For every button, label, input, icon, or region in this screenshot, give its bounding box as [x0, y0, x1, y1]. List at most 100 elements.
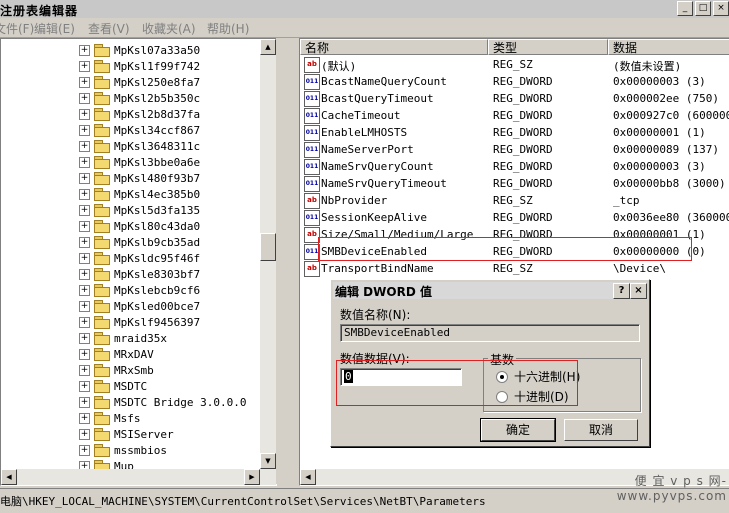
tree-item[interactable]: + MpKsl250e8fa7 [79, 74, 200, 90]
tree-scroll-thumb[interactable] [260, 233, 276, 261]
expand-icon[interactable]: + [79, 444, 90, 456]
menu-bar: 文件(F) 编辑(E) 查看(V) 收藏夹(A) 帮助(H) [0, 18, 729, 38]
tree-item[interactable]: + MpKsl5d3fa135 [79, 202, 200, 218]
column-header-type[interactable]: 类型 [488, 39, 608, 55]
expand-icon[interactable]: + [79, 348, 90, 360]
value-type: REG_SZ [493, 194, 533, 207]
tree-item[interactable]: + MRxDAV [79, 346, 154, 362]
scroll-up-icon[interactable]: ▲ [260, 39, 276, 55]
expand-icon[interactable]: + [79, 60, 90, 72]
expand-icon[interactable]: + [79, 380, 90, 392]
tree-item[interactable]: + MpKsl2b8d37fa [79, 106, 200, 122]
close-button[interactable]: × [713, 1, 729, 16]
list-scroll-left-icon[interactable]: ◀ [300, 469, 316, 485]
tree-item[interactable]: + MSDTC Bridge 3.0.0.0 [79, 394, 246, 410]
folder-icon [94, 44, 110, 57]
value-row[interactable]: 011 NameSrvQueryTimeout REG_DWORD 0x00000bb… [300, 175, 729, 192]
cancel-button[interactable]: 取消 [564, 419, 638, 441]
value-row[interactable]: ab (默认) REG_SZ (数值未设置) [300, 56, 729, 73]
scroll-right-icon[interactable]: ▶ [244, 469, 260, 485]
expand-icon[interactable]: + [79, 156, 90, 168]
watermark-line1: 便 宜 v p s 网- [634, 474, 727, 488]
expand-icon[interactable]: + [79, 428, 90, 440]
tree-item[interactable]: + MpKsl34ccf867 [79, 122, 200, 138]
dialog-close-button[interactable]: × [630, 283, 647, 299]
tree-item-label: MpKsl80c43da0 [114, 219, 201, 233]
expand-icon[interactable]: + [79, 364, 90, 376]
highlight-box-row [318, 237, 692, 261]
expand-icon[interactable]: + [79, 412, 90, 424]
maximize-button[interactable]: □ [695, 1, 711, 16]
expand-icon[interactable]: + [79, 140, 90, 152]
key-tree-pane[interactable]: + MpKsl07a33a50 + MpKsl1f99f742 + MpKsl250e8f… [0, 38, 277, 486]
tree-item-label: MpKsl34ccf867 [114, 123, 201, 137]
menu-help[interactable]: 帮助(H) [207, 20, 249, 37]
string-value-icon: ab [304, 261, 320, 277]
scroll-left-icon[interactable]: ◀ [1, 469, 17, 485]
column-header-name[interactable]: 名称 [300, 39, 488, 55]
value-row[interactable]: 011 BcastNameQueryCount REG_DWORD 0x0000000… [300, 73, 729, 90]
tree-item[interactable]: + MpKsldc95f46f [79, 250, 200, 266]
tree-item[interactable]: + MSDTC [79, 378, 147, 394]
help-button[interactable]: ? [613, 283, 630, 299]
column-header-data[interactable]: 数据 [608, 39, 729, 55]
scroll-down-icon[interactable]: ▼ [260, 453, 276, 469]
tree-item[interactable]: + MpKsl2b5b350c [79, 90, 200, 106]
tree-item[interactable]: + MpKslebcb9cf6 [79, 282, 200, 298]
expand-icon[interactable]: + [79, 220, 90, 232]
tree-item[interactable]: + MpKsle8303bf7 [79, 266, 200, 282]
expand-icon[interactable]: + [79, 332, 90, 344]
expand-icon[interactable]: + [79, 300, 90, 312]
value-row[interactable]: 011 NameSrvQueryCount REG_DWORD 0x00000003 … [300, 158, 729, 175]
tree-item[interactable]: + MSIServer [79, 426, 174, 442]
tree-item[interactable]: + MpKsl80c43da0 [79, 218, 200, 234]
tree-item[interactable]: + MpKsled00bce7 [79, 298, 200, 314]
value-row[interactable]: ab TransportBindName REG_SZ \Device\ [300, 260, 729, 277]
tree-item[interactable]: + MpKsl1f99f742 [79, 58, 200, 74]
tree-horizontal-scrollbar[interactable]: ◀ ▶ [1, 469, 260, 485]
tree-item[interactable]: + MpKsl480f93b7 [79, 170, 200, 186]
expand-icon[interactable]: + [79, 268, 90, 280]
menu-edit[interactable]: 编辑(E) [34, 20, 75, 37]
expand-icon[interactable]: + [79, 204, 90, 216]
expand-icon[interactable]: + [79, 396, 90, 408]
tree-item[interactable]: + MpKsl4ec385b0 [79, 186, 200, 202]
expand-icon[interactable]: + [79, 252, 90, 264]
tree-item[interactable]: + MpKsl3648311c [79, 138, 200, 154]
tree-item-label: MpKsl480f93b7 [114, 171, 201, 185]
value-row[interactable]: 011 NameServerPort REG_DWORD 0x00000089 (13… [300, 141, 729, 158]
tree-item[interactable]: + MpKsl3bbe0a6e [79, 154, 200, 170]
expand-icon[interactable]: + [79, 76, 90, 88]
expand-icon[interactable]: + [79, 92, 90, 104]
tree-item[interactable]: + mraid35x [79, 330, 167, 346]
tree-item[interactable]: + MRxSmb [79, 362, 154, 378]
value-data: 0x00000001 (1) [613, 126, 706, 139]
value-row[interactable]: 011 CacheTimeout REG_DWORD 0x000927c0 (6000… [300, 107, 729, 124]
value-row[interactable]: 011 EnableLMHOSTS REG_DWORD 0x00000001 (1) [300, 124, 729, 141]
menu-view[interactable]: 查看(V) [88, 20, 130, 37]
expand-icon[interactable]: + [79, 316, 90, 328]
menu-file[interactable]: 文件(F) [0, 20, 34, 37]
ok-button[interactable]: 确定 [480, 418, 556, 442]
expand-icon[interactable]: + [79, 284, 90, 296]
value-type: REG_SZ [493, 58, 533, 71]
tree-item[interactable]: + MpKsl07a33a50 [79, 42, 200, 58]
tree-item[interactable]: + MpKslf9456397 [79, 314, 200, 330]
minimize-button[interactable]: _ [677, 1, 693, 16]
tree-item-label: MpKsl2b5b350c [114, 91, 201, 105]
tree-item[interactable]: + mssmbios [79, 442, 167, 458]
value-row[interactable]: 011 BcastQueryTimeout REG_DWORD 0x000002ee … [300, 90, 729, 107]
expand-icon[interactable]: + [79, 124, 90, 136]
expand-icon[interactable]: + [79, 188, 90, 200]
tree-item[interactable]: + MpKslb9cb35ad [79, 234, 200, 250]
pane-splitter[interactable] [276, 38, 298, 484]
expand-icon[interactable]: + [79, 44, 90, 56]
value-row[interactable]: 011 SessionKeepAlive REG_DWORD 0x0036ee80 (… [300, 209, 729, 226]
expand-icon[interactable]: + [79, 236, 90, 248]
expand-icon[interactable]: + [79, 172, 90, 184]
menu-favorites[interactable]: 收藏夹(A) [142, 20, 196, 37]
tree-item[interactable]: + Msfs [79, 410, 141, 426]
tree-vertical-scrollbar[interactable]: ▲ ▼ [260, 39, 276, 485]
expand-icon[interactable]: + [79, 108, 90, 120]
value-row[interactable]: ab NbProvider REG_SZ _tcp [300, 192, 729, 209]
